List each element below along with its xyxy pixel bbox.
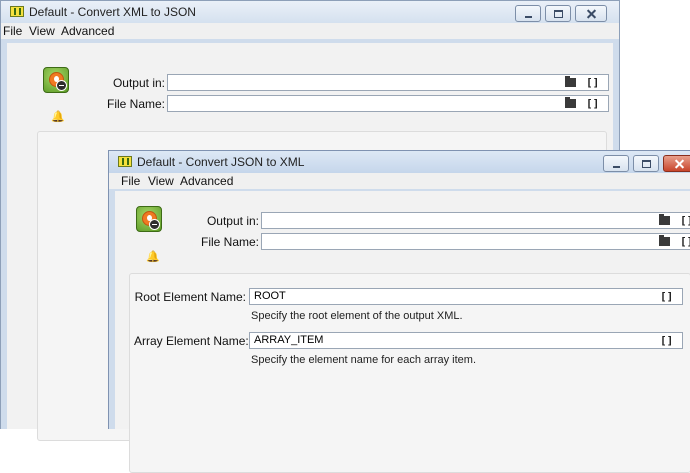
file-name-input[interactable]: [] xyxy=(167,95,609,112)
stop-badge-icon xyxy=(56,80,67,91)
convert-json-to-xml-window: Default - Convert JSON to XML File View … xyxy=(108,150,690,473)
app-icon xyxy=(118,156,132,167)
convert-node-icon xyxy=(136,206,162,232)
menu-view[interactable]: View xyxy=(148,174,174,188)
stop-badge-icon xyxy=(149,219,160,230)
menu-advanced[interactable]: Advanced xyxy=(180,174,233,188)
menu-view[interactable]: View xyxy=(29,24,55,38)
title-bar[interactable]: Default - Convert JSON to XML xyxy=(109,151,690,173)
brackets-icon[interactable]: [] xyxy=(586,76,599,89)
folder-icon[interactable] xyxy=(659,214,670,225)
brackets-icon[interactable]: [] xyxy=(660,334,673,347)
window-content: 🔔 Output in: [] File Name: [] Root Eleme… xyxy=(115,191,690,473)
file-name-label: File Name: xyxy=(106,97,165,111)
output-in-label: Output in: xyxy=(206,214,259,228)
menu-advanced[interactable]: Advanced xyxy=(61,24,114,38)
title-bar[interactable]: Default - Convert XML to JSON xyxy=(1,1,619,23)
folder-icon[interactable] xyxy=(565,76,576,87)
brackets-icon[interactable]: [] xyxy=(660,290,673,303)
output-in-input[interactable]: [] xyxy=(261,212,690,229)
brackets-icon[interactable]: [] xyxy=(680,214,690,227)
menu-file[interactable]: File xyxy=(3,24,22,38)
root-element-value: ROOT xyxy=(254,290,286,302)
maximize-button[interactable] xyxy=(633,155,659,172)
output-in-input[interactable]: [] xyxy=(167,74,609,91)
output-in-label: Output in: xyxy=(112,76,165,90)
bell-icon[interactable]: 🔔 xyxy=(51,111,65,123)
window-title: Default - Convert JSON to XML xyxy=(137,155,305,169)
minimize-button[interactable] xyxy=(603,155,629,172)
array-element-input[interactable]: ARRAY_ITEM [] xyxy=(249,332,683,349)
array-element-hint: Specify the element name for each array … xyxy=(251,354,476,366)
minimize-button[interactable] xyxy=(515,5,541,22)
app-icon xyxy=(10,6,24,17)
menu-bar: File View Advanced xyxy=(109,173,690,189)
file-name-input[interactable]: [] xyxy=(261,233,690,250)
root-element-label: Root Element Name: xyxy=(134,290,246,304)
close-button[interactable] xyxy=(663,155,690,172)
brackets-icon[interactable]: [] xyxy=(586,97,599,110)
array-element-value: ARRAY_ITEM xyxy=(254,334,324,346)
menu-bar: File View Advanced xyxy=(1,23,619,39)
folder-icon[interactable] xyxy=(659,235,670,246)
maximize-button[interactable] xyxy=(545,5,571,22)
root-element-hint: Specify the root element of the output X… xyxy=(251,310,463,322)
settings-panel: Root Element Name: ROOT [] Specify the r… xyxy=(129,273,690,473)
folder-icon[interactable] xyxy=(565,97,576,108)
menu-file[interactable]: File xyxy=(121,174,140,188)
brackets-icon[interactable]: [] xyxy=(680,235,690,248)
window-title: Default - Convert XML to JSON xyxy=(29,5,196,19)
bell-icon[interactable]: 🔔 xyxy=(146,251,160,263)
convert-node-icon xyxy=(43,67,69,93)
root-element-input[interactable]: ROOT [] xyxy=(249,288,683,305)
array-element-label: Array Element Name: xyxy=(134,334,249,348)
close-button[interactable] xyxy=(575,5,607,22)
file-name-label: File Name: xyxy=(200,235,259,249)
